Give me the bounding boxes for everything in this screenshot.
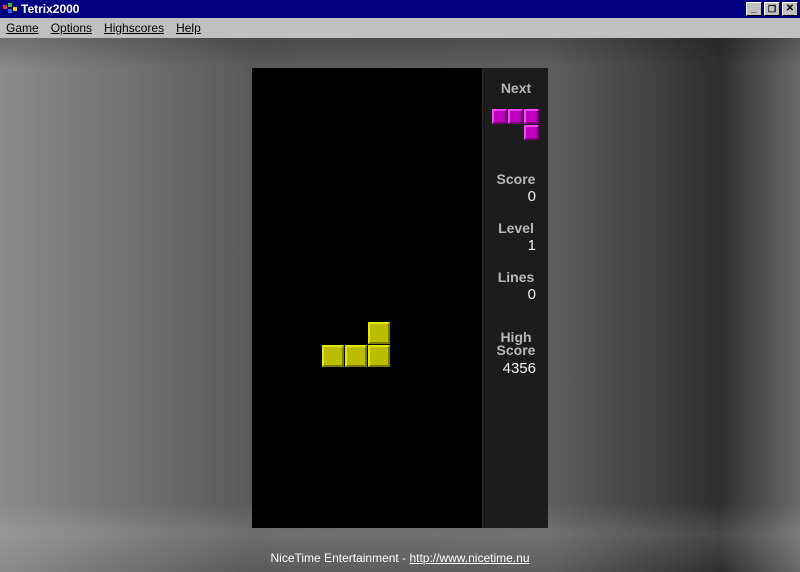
menu-highscores[interactable]: Highscores xyxy=(98,18,170,38)
next-label: Next xyxy=(500,80,532,96)
current-piece-block xyxy=(368,345,390,367)
current-piece-block xyxy=(368,322,390,344)
lines-value: 0 xyxy=(527,286,536,303)
footer-text: NiceTime Entertainment - xyxy=(270,551,410,565)
window-controls: _ ❐ ✕ xyxy=(744,2,798,16)
menu-help-label: Help xyxy=(176,21,201,35)
score-value: 0 xyxy=(527,188,536,205)
menu-options-label: Options xyxy=(50,21,93,35)
next-piece-block xyxy=(524,109,539,124)
menu-game-label: Game xyxy=(6,21,39,35)
footer-link[interactable]: http://www.nicetime.nu xyxy=(409,551,529,565)
close-button[interactable]: ✕ xyxy=(782,2,798,16)
title-bar: Tetrix2000 _ ❐ ✕ xyxy=(0,0,800,18)
menu-bar: Game Options Highscores Help xyxy=(0,18,800,38)
game-board[interactable] xyxy=(252,68,482,528)
next-piece-block xyxy=(524,125,539,140)
info-panel: Next Score 0 Level 1 Lines 0 High Score … xyxy=(482,68,548,528)
minimize-button[interactable]: _ xyxy=(746,2,762,16)
level-value: 1 xyxy=(527,237,536,254)
menu-help[interactable]: Help xyxy=(170,18,207,38)
footer: NiceTime Entertainment - http://www.nice… xyxy=(0,551,800,565)
next-piece-preview xyxy=(492,109,542,143)
lines-label: Lines xyxy=(497,269,535,285)
level-label: Level xyxy=(498,220,534,236)
restore-button[interactable]: ❐ xyxy=(764,2,780,16)
current-piece-block xyxy=(345,345,367,367)
app-icon[interactable] xyxy=(2,2,18,16)
menu-highscores-label: Highscores xyxy=(104,21,165,35)
next-piece-block xyxy=(492,109,507,124)
menu-game[interactable]: Game xyxy=(0,18,45,38)
high-score-label-line2: Score xyxy=(496,342,536,358)
current-piece-block xyxy=(322,345,344,367)
next-piece-block xyxy=(508,109,523,124)
menu-options[interactable]: Options xyxy=(45,18,98,38)
high-score-value: 4356 xyxy=(502,360,536,377)
window-title: Tetrix2000 xyxy=(21,2,80,16)
score-label: Score xyxy=(496,171,536,187)
